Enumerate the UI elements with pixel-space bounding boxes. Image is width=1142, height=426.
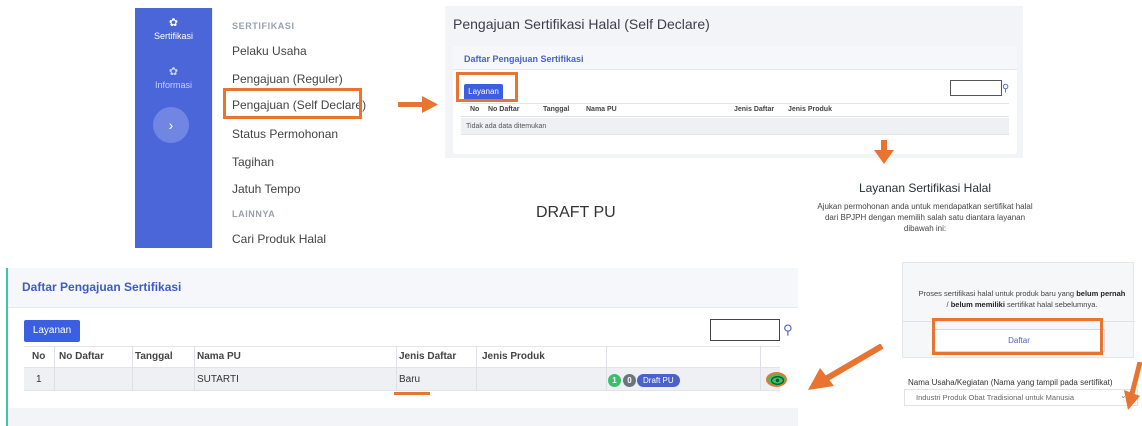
column-divider xyxy=(606,346,607,391)
column-header: No xyxy=(470,106,480,113)
option-description-text: sertifikat halal sebelumnya. xyxy=(1007,300,1098,309)
draft-pu-label: DRAFT PU xyxy=(536,204,616,221)
sidebar-menu: SERTIFIKASI Pelaku Usaha Pengajuan (Regu… xyxy=(212,8,366,248)
column-divider xyxy=(396,346,397,391)
column-header: Tanggal xyxy=(135,351,173,362)
option-description-bold: belum pernah xyxy=(1076,289,1126,298)
status-badge: Draft PU xyxy=(637,374,680,387)
usaha-select-value: Industri Produk Obat Tradisional untuk M… xyxy=(916,393,1075,402)
layanan-button[interactable]: Layanan xyxy=(24,320,80,342)
column-header: Nama PU xyxy=(586,106,617,113)
eye-icon xyxy=(771,376,784,385)
gear-icon: ✿ xyxy=(168,66,179,78)
card-title: Daftar Pengajuan Sertifikasi xyxy=(22,280,182,294)
count-badge: 0 xyxy=(623,374,636,387)
menu-section-heading: SERTIFIKASI xyxy=(232,21,295,31)
highlight-self-declare xyxy=(223,88,362,119)
column-header: Jenis Daftar xyxy=(399,351,457,362)
column-divider xyxy=(132,346,133,391)
rail-item-label: Sertifikasi xyxy=(153,31,193,41)
column-header: No Daftar xyxy=(59,351,105,362)
sidebar-panel: ✿ Sertifikasi ✿ Informasi › SERTIFIKASI … xyxy=(135,8,366,248)
top-page-screenshot: Pengajuan Sertifikasi Halal (Self Declar… xyxy=(445,6,1023,158)
column-header: Tanggal xyxy=(543,106,570,113)
highlight-underline xyxy=(394,392,430,395)
rail-item-informasi[interactable]: ✿ Informasi xyxy=(135,66,212,90)
option-description-text: / xyxy=(946,300,949,309)
search-icon[interactable]: ⚲ xyxy=(1002,83,1009,94)
column-divider xyxy=(760,346,761,391)
menu-item-status-permohonan[interactable]: Status Permohonan xyxy=(232,127,338,141)
column-header: Jenis Produk xyxy=(788,106,832,113)
menu-item-pelaku-usaha[interactable]: Pelaku Usaha xyxy=(232,44,307,58)
menu-item-jatuh-tempo[interactable]: Jatuh Tempo xyxy=(232,182,301,196)
search-icon[interactable]: ⚲ xyxy=(783,322,793,338)
menu-section-heading: LAINNYA xyxy=(232,209,276,219)
column-header: Jenis Produk xyxy=(482,351,545,362)
column-divider xyxy=(54,346,55,391)
card-title: Daftar Pengajuan Sertifikasi xyxy=(464,54,584,64)
option-description-bold: belum memiliki xyxy=(950,300,1005,309)
arrow-left-icon xyxy=(806,344,886,394)
layanan-title: Layanan Sertifikasi Halal xyxy=(858,181,992,195)
card-header: Daftar Pengajuan Sertifikasi xyxy=(8,268,798,308)
card-header: Daftar Pengajuan Sertifikasi xyxy=(453,46,1017,70)
menu-item-pengajuan-reguler[interactable]: Pengajuan (Reguler) xyxy=(232,72,343,86)
submission-list-card: Daftar Pengajuan Sertifikasi xyxy=(453,46,1017,154)
card-footer xyxy=(8,408,798,426)
highlight-daftar xyxy=(932,318,1103,355)
chevron-right-icon: › xyxy=(168,117,174,133)
arrow-down-icon xyxy=(874,140,894,164)
menu-item-cari-produk-halal[interactable]: Cari Produk Halal xyxy=(232,232,326,246)
expand-sidebar-button[interactable]: › xyxy=(153,107,189,143)
layanan-description: Ajukan permohonan anda untuk mendapatkan… xyxy=(817,202,1033,233)
column-divider xyxy=(194,346,195,391)
count-badge: 1 xyxy=(608,374,621,387)
sidebar-rail: ✿ Sertifikasi ✿ Informasi › xyxy=(135,8,212,248)
column-header: Jenis Daftar xyxy=(734,106,775,113)
search-input[interactable] xyxy=(950,80,1002,96)
view-detail-button[interactable] xyxy=(766,372,787,387)
page-title: Pengajuan Sertifikasi Halal (Self Declar… xyxy=(453,16,710,32)
usaha-field-label: Nama Usaha/Kegiatan (Nama yang tampil pa… xyxy=(908,378,1113,387)
cell-no: 1 xyxy=(36,374,42,385)
highlight-layanan xyxy=(456,72,518,102)
arrow-down-left-icon xyxy=(1124,362,1142,410)
cell-jenis-daftar: Baru xyxy=(399,374,421,385)
option-description-text: Proses sertifikasi halal untuk produk ba… xyxy=(918,289,1075,298)
option-description: Proses sertifikasi halal untuk produk ba… xyxy=(917,288,1127,310)
arrow-right-icon xyxy=(398,96,438,114)
rail-item-sertifikasi[interactable]: ✿ Sertifikasi xyxy=(135,17,212,41)
gear-icon: ✿ xyxy=(168,17,179,29)
column-header: Nama PU xyxy=(197,351,241,362)
rail-item-label: Informasi xyxy=(154,80,192,90)
search-input[interactable] xyxy=(710,319,780,341)
bottom-page-screenshot: Daftar Pengajuan Sertifikasi Layanan ⚲ N… xyxy=(6,268,798,426)
cell-nama-pu: SUTARTI xyxy=(197,374,239,385)
column-divider xyxy=(476,346,477,391)
column-header: No Daftar xyxy=(488,106,520,113)
column-header: No xyxy=(32,351,46,362)
menu-item-tagihan[interactable]: Tagihan xyxy=(232,155,274,169)
empty-text: Tidak ada data ditemukan xyxy=(466,123,547,130)
